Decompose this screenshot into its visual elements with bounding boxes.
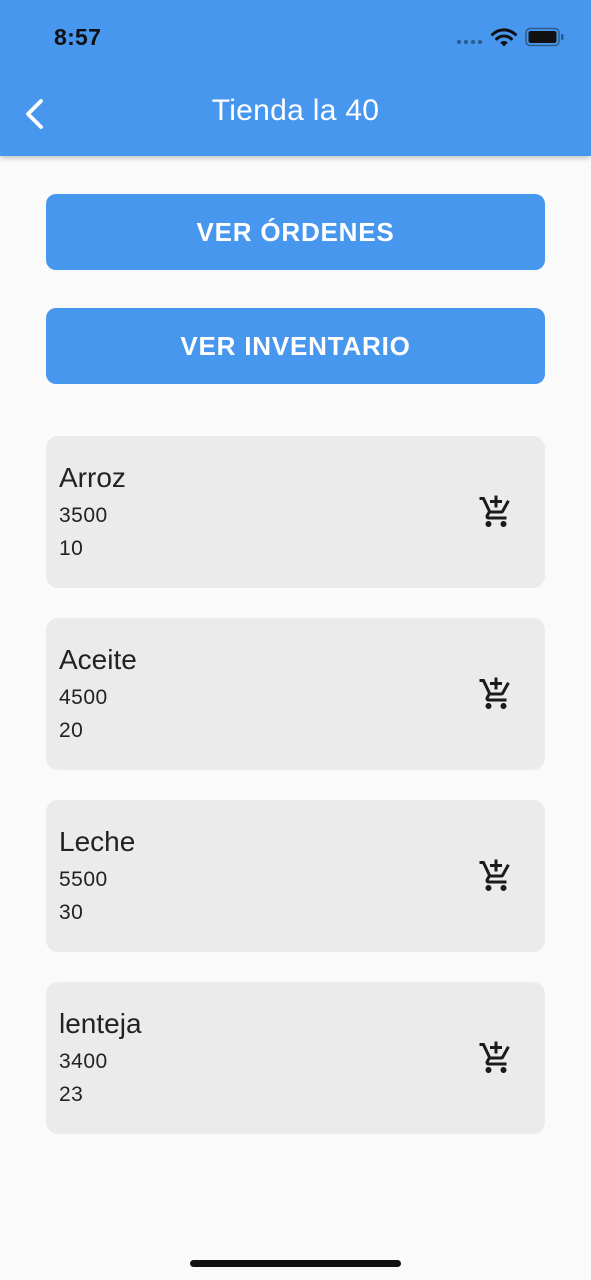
product-name: Aceite	[59, 644, 137, 675]
product-card: lenteja 3400 23	[46, 982, 545, 1134]
product-name: Leche	[59, 826, 136, 857]
product-name: lenteja	[59, 1008, 142, 1039]
product-quantity: 30	[59, 901, 84, 924]
product-card: Leche 5500 30	[46, 800, 545, 952]
product-price: 3500	[59, 504, 108, 527]
battery-icon	[525, 27, 564, 47]
product-quantity: 20	[59, 719, 84, 742]
add-to-cart-icon[interactable]	[478, 676, 514, 712]
product-price: 4500	[59, 686, 108, 709]
product-card: Aceite 4500 20	[46, 618, 545, 770]
wifi-icon	[491, 28, 517, 47]
add-to-cart-icon[interactable]	[478, 858, 514, 894]
add-to-cart-icon[interactable]	[478, 494, 514, 530]
product-card: Arroz 3500 10	[46, 436, 545, 588]
product-quantity: 10	[59, 537, 84, 560]
product-price: 3400	[59, 1050, 108, 1073]
add-to-cart-icon[interactable]	[478, 1040, 514, 1076]
cellular-signal-icon	[457, 40, 482, 44]
view-inventory-button[interactable]: VER INVENTARIO	[46, 308, 545, 384]
product-name: Arroz	[59, 462, 126, 493]
product-quantity: 23	[59, 1083, 84, 1106]
product-price: 5500	[59, 868, 108, 891]
view-orders-button[interactable]: VER ÓRDENES	[46, 194, 545, 270]
status-time: 8:57	[54, 24, 102, 50]
home-indicator[interactable]	[190, 1260, 401, 1267]
app-bar: 8:57 Tienda la 40	[0, 0, 591, 156]
page-title: Tienda la 40	[211, 94, 380, 127]
